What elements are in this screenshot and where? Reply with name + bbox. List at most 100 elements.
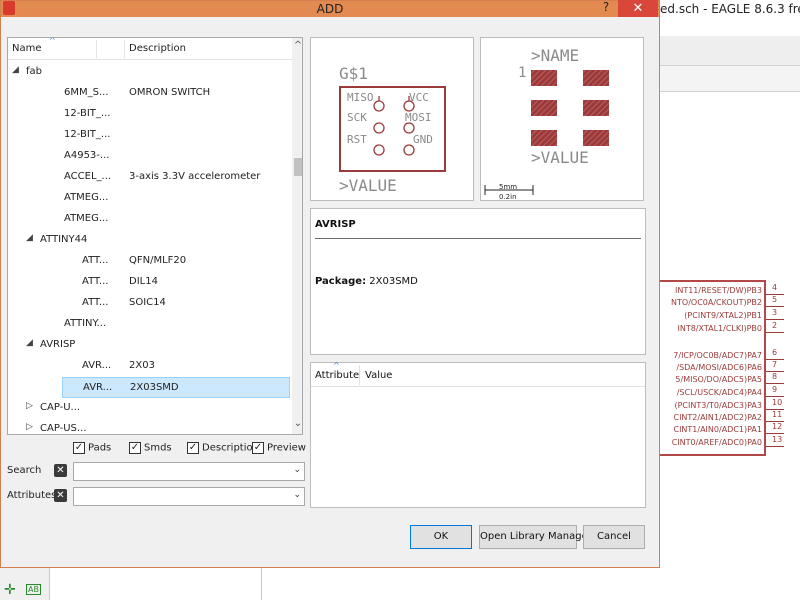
column-header-description[interactable]: Description — [129, 43, 186, 54]
attributes-input[interactable]: ⌄ — [73, 487, 305, 506]
chip-pin-line — [766, 383, 784, 384]
description-title: AVRISP — [315, 219, 356, 230]
expand-icon[interactable]: ▷ — [26, 401, 33, 411]
eagle-window-title: ed.sch - EAGLE 8.6.3 free — [656, 0, 800, 22]
attribute-table[interactable]: Attribute ^ Value — [310, 361, 646, 508]
clear-attributes-icon[interactable]: ✕ — [54, 489, 67, 502]
tree-row[interactable]: ATMEG... — [8, 209, 292, 230]
cancel-button[interactable]: Cancel — [583, 525, 645, 549]
search-input[interactable]: ⌄ — [73, 462, 305, 481]
checkbox-mark-icon[interactable]: ✓ — [187, 442, 199, 454]
tree-row[interactable]: ◢ fab — [8, 62, 292, 83]
package-info-value: 2X03SMD — [369, 276, 418, 287]
tree-row-name: ACCEL_... — [64, 171, 112, 182]
column-header-value[interactable]: Value — [365, 370, 392, 381]
search-label: Search — [7, 465, 42, 476]
chip-pin-line — [766, 446, 784, 447]
smds-checkbox[interactable]: ✓ Smds — [129, 442, 172, 458]
chip-pin-name: (PCINT9/XTAL2)PB1 — [684, 311, 762, 320]
library-tree[interactable]: Name ^ Description ◢ fab 6MM_S... OMRON SWI… — [7, 37, 303, 435]
move-icon[interactable]: ✛ — [4, 582, 16, 598]
chip-pin-line — [766, 319, 784, 320]
tree-row-name: AVR... — [82, 360, 112, 371]
name-tool-icon[interactable]: AB — [26, 584, 41, 595]
chip-pin-number: 3 — [772, 308, 778, 317]
scale-mm-label: 5mm — [499, 183, 518, 191]
divider — [315, 238, 641, 239]
scroll-up-icon[interactable]: ^ — [292, 40, 302, 51]
chip-pin-number: 9 — [772, 385, 778, 394]
tree-row-description: SOIC14 — [129, 297, 166, 308]
close-button[interactable]: ✕ — [618, 0, 658, 17]
tree-row-name: ATT... — [82, 297, 109, 308]
tree-row-description: OMRON SWITCH — [129, 87, 211, 98]
tree-row-name: ATMEG... — [64, 213, 109, 224]
tree-row[interactable]: 6MM_S... OMRON SWITCH — [8, 83, 292, 104]
chip-pin-number: 11 — [772, 410, 783, 419]
tree-row-name: ATT... — [82, 255, 109, 266]
column-divider[interactable] — [359, 365, 360, 385]
ok-button[interactable]: OK — [410, 525, 472, 549]
chevron-down-icon[interactable]: ⌄ — [293, 490, 301, 500]
tree-row[interactable]: ATTINY... — [8, 314, 292, 335]
description-checkbox[interactable]: ✓ Description — [187, 442, 259, 458]
tree-row-selected[interactable]: AVR... 2X03SMD — [62, 377, 290, 398]
chip-pin-name: NTO/OC0A/CKOUT)PB2 — [671, 298, 762, 307]
chip-pin-name: 5/MISO/DO/ADC5)PA5 — [675, 375, 762, 384]
chip-pin-line — [766, 396, 784, 397]
checkbox-mark-icon[interactable]: ✓ — [252, 442, 264, 454]
tree-row-name: 12-BIT_... — [64, 108, 111, 119]
dialog-title: ADD — [316, 2, 344, 16]
chip-pin-number: 13 — [772, 435, 783, 444]
tree-row[interactable]: ACCEL_... 3-axis 3.3V accelerometer — [8, 167, 292, 188]
collapse-icon[interactable]: ◢ — [26, 338, 33, 348]
checkbox-mark-icon[interactable]: ✓ — [129, 442, 141, 454]
expand-icon[interactable]: ▷ — [26, 422, 33, 432]
chevron-down-icon[interactable]: ⌄ — [293, 465, 301, 475]
checkbox-mark-icon[interactable]: ✓ — [73, 442, 85, 454]
chip-pin-name: 7/ICP/OC0B/ADC7)PA7 — [673, 351, 762, 360]
collapse-icon[interactable]: ◢ — [26, 233, 33, 243]
scroll-thumb[interactable] — [294, 158, 302, 176]
tree-row-name: AVR... — [83, 382, 113, 393]
tree-row-description: 2X03 — [129, 360, 155, 371]
package-preview: >NAME 1 >VALUE 5mm 0.2in — [480, 37, 644, 201]
collapse-icon[interactable]: ◢ — [12, 65, 19, 75]
scroll-down-icon[interactable]: ⌄ — [292, 418, 302, 429]
open-library-manager-button[interactable]: Open Library Manager — [479, 525, 592, 549]
tree-row[interactable]: 12-BIT_... — [8, 125, 292, 146]
tree-row-name: A4953-... — [64, 150, 110, 161]
tree-scrollbar[interactable]: ^ ⌄ — [292, 38, 302, 434]
tree-row[interactable]: 12-BIT_... — [8, 104, 292, 125]
clear-search-icon[interactable]: ✕ — [54, 464, 67, 477]
column-divider[interactable] — [124, 40, 125, 58]
pads-checkbox[interactable]: ✓ Pads — [73, 442, 111, 458]
tree-row[interactable]: ATMEG... — [8, 188, 292, 209]
tree-row[interactable]: ATT... QFN/MLF20 — [8, 251, 292, 272]
package-value-label: >VALUE — [531, 148, 589, 167]
chip-pin-name: CINT1/AIN0/ADC1)PA1 — [673, 425, 762, 434]
tree-row[interactable]: ATT... DIL14 — [8, 272, 292, 293]
tree-row[interactable]: AVR... 2X03 — [8, 356, 292, 377]
chip-pin-number: 10 — [772, 398, 783, 407]
tree-row[interactable]: ◢ AVRISP — [8, 335, 292, 356]
tree-row[interactable]: ◢ ATTINY44 — [8, 230, 292, 251]
tree-row[interactable]: ▷ CAP-US... — [8, 419, 292, 434]
chip-pin-line — [766, 433, 784, 434]
tree-row[interactable]: ▷ CAP-U... — [8, 398, 292, 419]
tree-row[interactable]: A4953-... — [8, 146, 292, 167]
smd-pads-graphic — [484, 70, 609, 195]
chip-pin-number: 2 — [772, 321, 778, 330]
tree-row-description: DIL14 — [129, 276, 158, 287]
column-header-attribute[interactable]: Attribute — [315, 370, 359, 381]
column-divider[interactable] — [96, 40, 97, 58]
help-button[interactable]: ? — [599, 0, 613, 16]
tree-row-name: ATTINY... — [64, 318, 107, 329]
preview-checkbox[interactable]: ✓ Preview — [252, 442, 306, 458]
chip-pin-number: 8 — [772, 372, 778, 381]
symbol-value-label: >VALUE — [339, 176, 397, 195]
tree-row[interactable]: ATT... SOIC14 — [8, 293, 292, 314]
column-header-name[interactable]: Name — [12, 43, 42, 54]
tree-row-name: ATMEG... — [64, 192, 109, 203]
tree-row-name: fab — [26, 66, 42, 77]
